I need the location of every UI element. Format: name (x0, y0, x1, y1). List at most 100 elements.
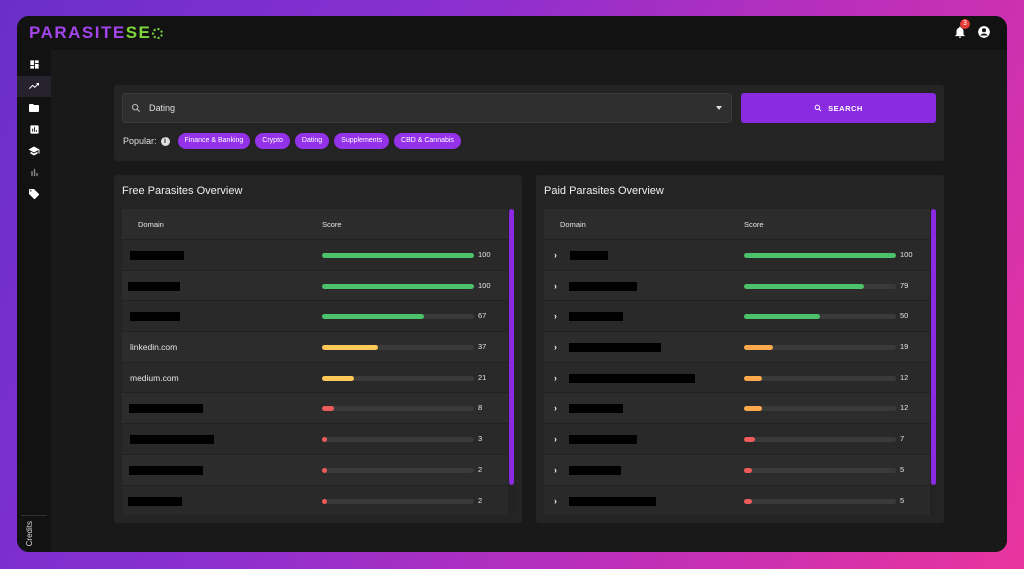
expand-chevron-icon[interactable]: › (554, 434, 557, 444)
table-row[interactable]: › 79 (544, 269, 936, 301)
score-bar-fill (744, 467, 752, 473)
table-row[interactable]: 3 (122, 423, 514, 454)
brand-logo[interactable]: PARASITE SE (29, 23, 164, 43)
score-bar-fill (744, 253, 896, 258)
sidebar-item-trending[interactable] (17, 75, 51, 97)
score-value: 5 (900, 464, 905, 474)
table-row[interactable]: › 12 (544, 361, 936, 393)
column-header-domain[interactable]: Domain (138, 220, 164, 229)
expand-chevron-icon[interactable]: › (554, 465, 557, 475)
domain-cell[interactable]: linkedin.com (130, 342, 177, 352)
chip-dating[interactable]: Dating (294, 133, 330, 149)
redacted-domain (130, 312, 180, 322)
scrollbar-track[interactable] (930, 209, 936, 515)
redacted-domain (569, 312, 623, 322)
table-row[interactable]: 100 (122, 269, 514, 301)
expand-chevron-icon[interactable]: › (554, 250, 557, 260)
credits-link[interactable]: Credits (25, 521, 34, 546)
column-header-domain[interactable]: Domain (560, 220, 586, 229)
table-header: Domain Score (544, 209, 936, 239)
score-bar (322, 283, 474, 289)
search-field[interactable]: Dating (122, 93, 732, 123)
table-row[interactable]: › 50 (544, 300, 936, 332)
sidebar-item-dashboard[interactable] (17, 54, 51, 76)
score-bar (744, 498, 896, 504)
table-row[interactable]: 8 (122, 392, 514, 424)
domain-cell[interactable]: medium.com (130, 373, 179, 383)
score-bar (744, 345, 896, 351)
sidebar-item-bar-chart[interactable] (17, 162, 51, 184)
score-bar-fill (744, 345, 773, 351)
score-bar-fill (322, 437, 327, 443)
expand-chevron-icon[interactable]: › (554, 311, 557, 321)
sidebar-item-analytics[interactable] (17, 119, 51, 141)
score-bar-fill (744, 406, 763, 412)
expand-chevron-icon[interactable]: › (554, 373, 557, 383)
score-bar (322, 375, 474, 381)
table-row[interactable]: › 12 (544, 392, 936, 424)
score-value: 100 (478, 250, 491, 259)
notifications-button[interactable]: 3 (953, 19, 970, 40)
table-row[interactable]: 2 (122, 484, 514, 515)
search-input[interactable]: Dating (149, 103, 175, 113)
score-bar (744, 253, 896, 258)
sidebar-item-folder[interactable] (17, 97, 51, 119)
table-row[interactable]: › 5 (544, 453, 936, 485)
chip-cbd-cannabis[interactable]: CBD & Cannabis (394, 133, 461, 149)
search-button-label: SEARCH (828, 103, 863, 113)
panel-title: Paid Parasites Overview (544, 185, 664, 197)
score-bar-fill (322, 498, 327, 504)
score-value: 50 (900, 311, 909, 321)
chip-crypto[interactable]: Crypto (255, 133, 290, 149)
search-button[interactable]: SEARCH (741, 93, 936, 123)
info-icon[interactable]: i (160, 136, 170, 146)
trending-icon (29, 83, 39, 90)
scrollbar-thumb[interactable] (931, 209, 936, 485)
table-row[interactable]: › 7 (544, 423, 936, 454)
score-bar-fill (322, 375, 354, 381)
chip-finance-banking[interactable]: Finance & Banking (177, 133, 251, 149)
scrollbar-track[interactable] (508, 209, 514, 515)
search-card: Dating SEARCH Popular: i Finance & Banki… (114, 85, 944, 161)
expand-chevron-icon[interactable]: › (554, 496, 557, 506)
table-row[interactable]: › 19 (544, 331, 936, 362)
table-row[interactable]: linkedin.com 37 (122, 331, 514, 362)
scrollbar-thumb[interactable] (509, 209, 514, 485)
sidebar-item-tags[interactable] (17, 183, 51, 205)
score-value: 79 (900, 280, 909, 290)
account-icon[interactable] (977, 25, 991, 39)
score-value: 100 (900, 250, 913, 259)
table-row[interactable]: 67 (122, 300, 514, 332)
column-header-score[interactable]: Score (744, 220, 764, 229)
redacted-domain (130, 435, 214, 445)
score-value: 2 (478, 495, 483, 505)
score-value: 12 (900, 372, 909, 382)
dropdown-caret-icon[interactable] (716, 106, 722, 110)
chip-supplements[interactable]: Supplements (334, 133, 390, 149)
table-row[interactable]: › 5 (544, 484, 936, 515)
redacted-domain (128, 281, 180, 291)
redacted-domain (569, 373, 695, 383)
score-value: 67 (478, 311, 487, 321)
score-bar (744, 375, 896, 381)
expand-chevron-icon[interactable]: › (554, 281, 557, 291)
sidebar: Credits (17, 50, 51, 552)
sidebar-item-school[interactable] (17, 140, 51, 162)
table-header: Domain Score (122, 209, 514, 239)
free-parasites-panel: Free Parasites Overview Domain Score 100… (114, 175, 522, 523)
column-header-score[interactable]: Score (322, 220, 342, 229)
tag-icon (29, 188, 39, 199)
table-row[interactable]: 2 (122, 453, 514, 485)
paid-table: Domain Score › 100 › 79 › 50 › 19 › 12 › 12 › 7 › 5 › 5 (544, 209, 936, 515)
score-bar-fill (322, 467, 327, 473)
table-row[interactable]: 100 (122, 239, 514, 270)
expand-chevron-icon[interactable]: › (554, 403, 557, 413)
score-bar (744, 467, 896, 473)
table-row[interactable]: medium.com 21 (122, 361, 514, 393)
table-row[interactable]: › 100 (544, 239, 936, 270)
score-bar-fill (322, 406, 335, 412)
expand-chevron-icon[interactable]: › (554, 342, 557, 352)
redacted-domain (569, 435, 637, 445)
score-bar-fill (744, 283, 865, 289)
score-bar-fill (322, 283, 474, 289)
